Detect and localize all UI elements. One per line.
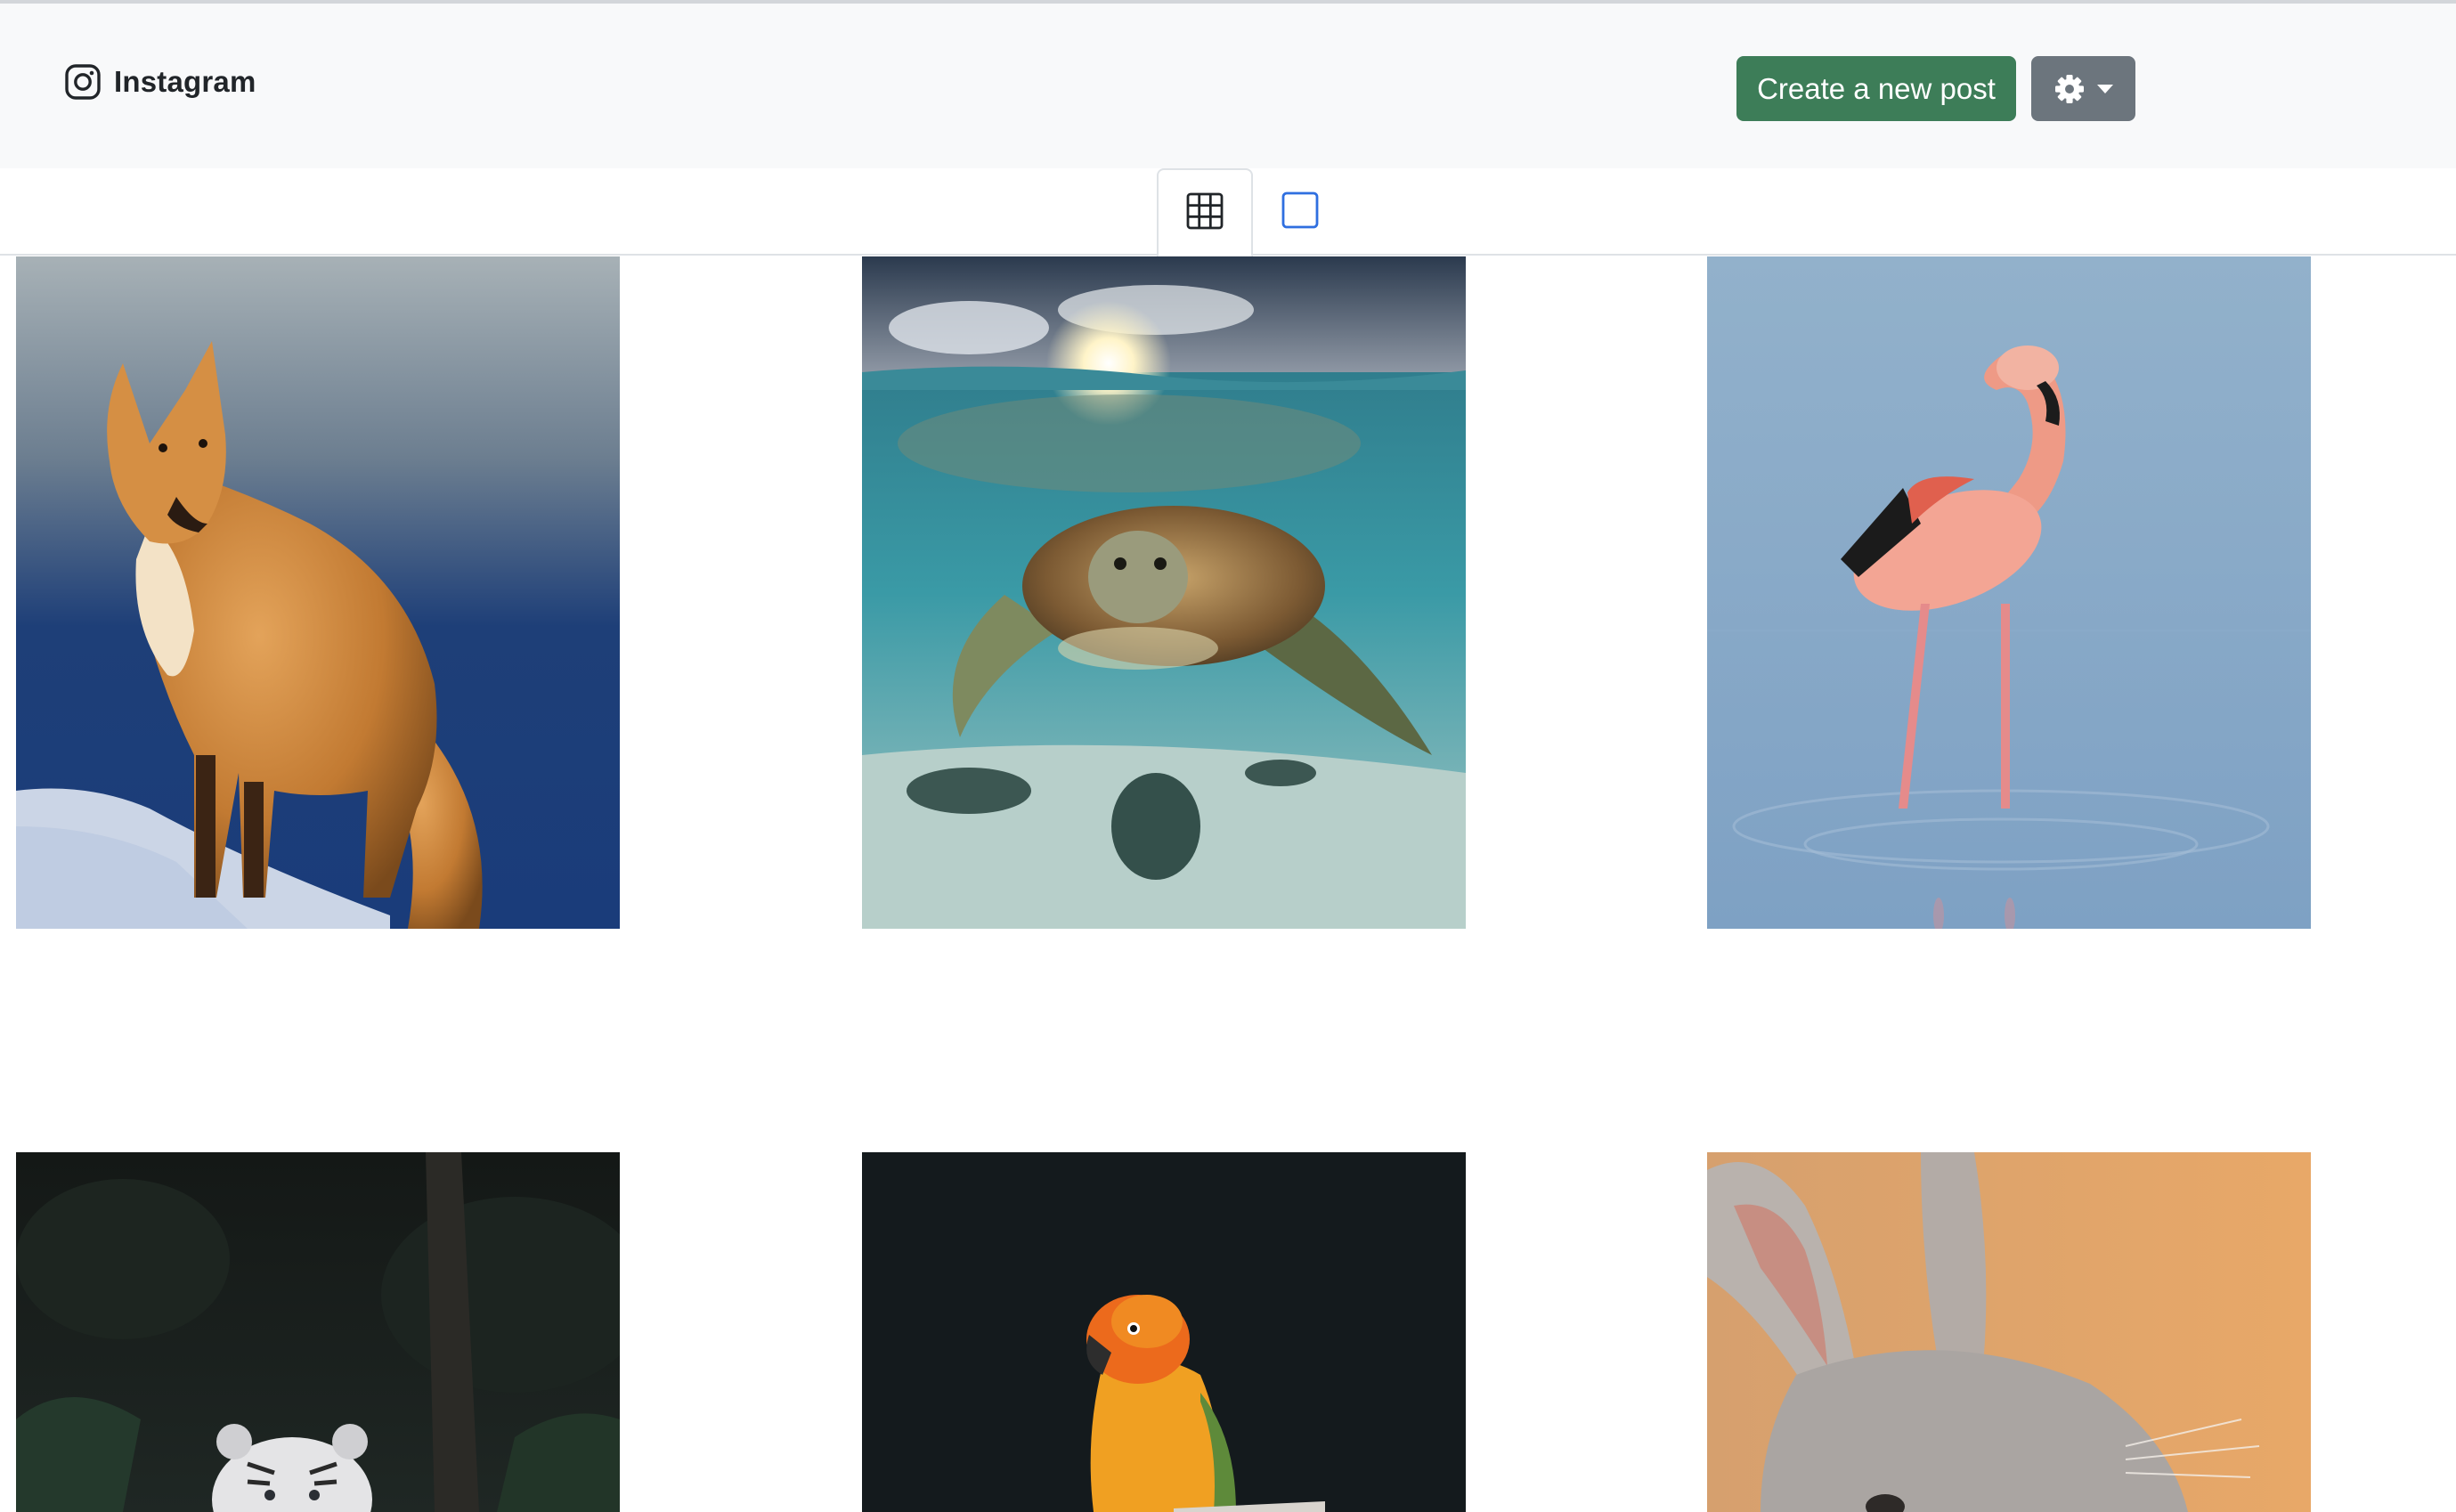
post-image-sea-turtle[interactable] [862, 256, 1466, 929]
post-image-rabbit[interactable] [1707, 1152, 2311, 1512]
square-icon [1281, 191, 1319, 233]
brand-link[interactable]: Instagram [64, 61, 256, 103]
instagram-icon [64, 63, 102, 101]
navbar: Instagram Create a new post [0, 4, 2456, 168]
view-toggle-bar [0, 168, 2456, 257]
brand-name: Instagram [114, 65, 256, 98]
tab-grid-view[interactable] [1157, 168, 1253, 257]
post-image-flamingo[interactable] [1707, 256, 2311, 929]
grid-icon [1186, 192, 1224, 234]
caret-down-icon [2096, 84, 2113, 93]
post-image-parrot[interactable] [862, 1152, 1466, 1512]
gear-icon [2054, 74, 2085, 104]
post-image-fox[interactable] [16, 256, 620, 929]
settings-dropdown-button[interactable] [2031, 56, 2135, 121]
post-image-white-tiger[interactable] [16, 1152, 620, 1512]
create-post-button[interactable]: Create a new post [1736, 56, 2016, 121]
tab-single-view[interactable] [1252, 168, 1348, 256]
